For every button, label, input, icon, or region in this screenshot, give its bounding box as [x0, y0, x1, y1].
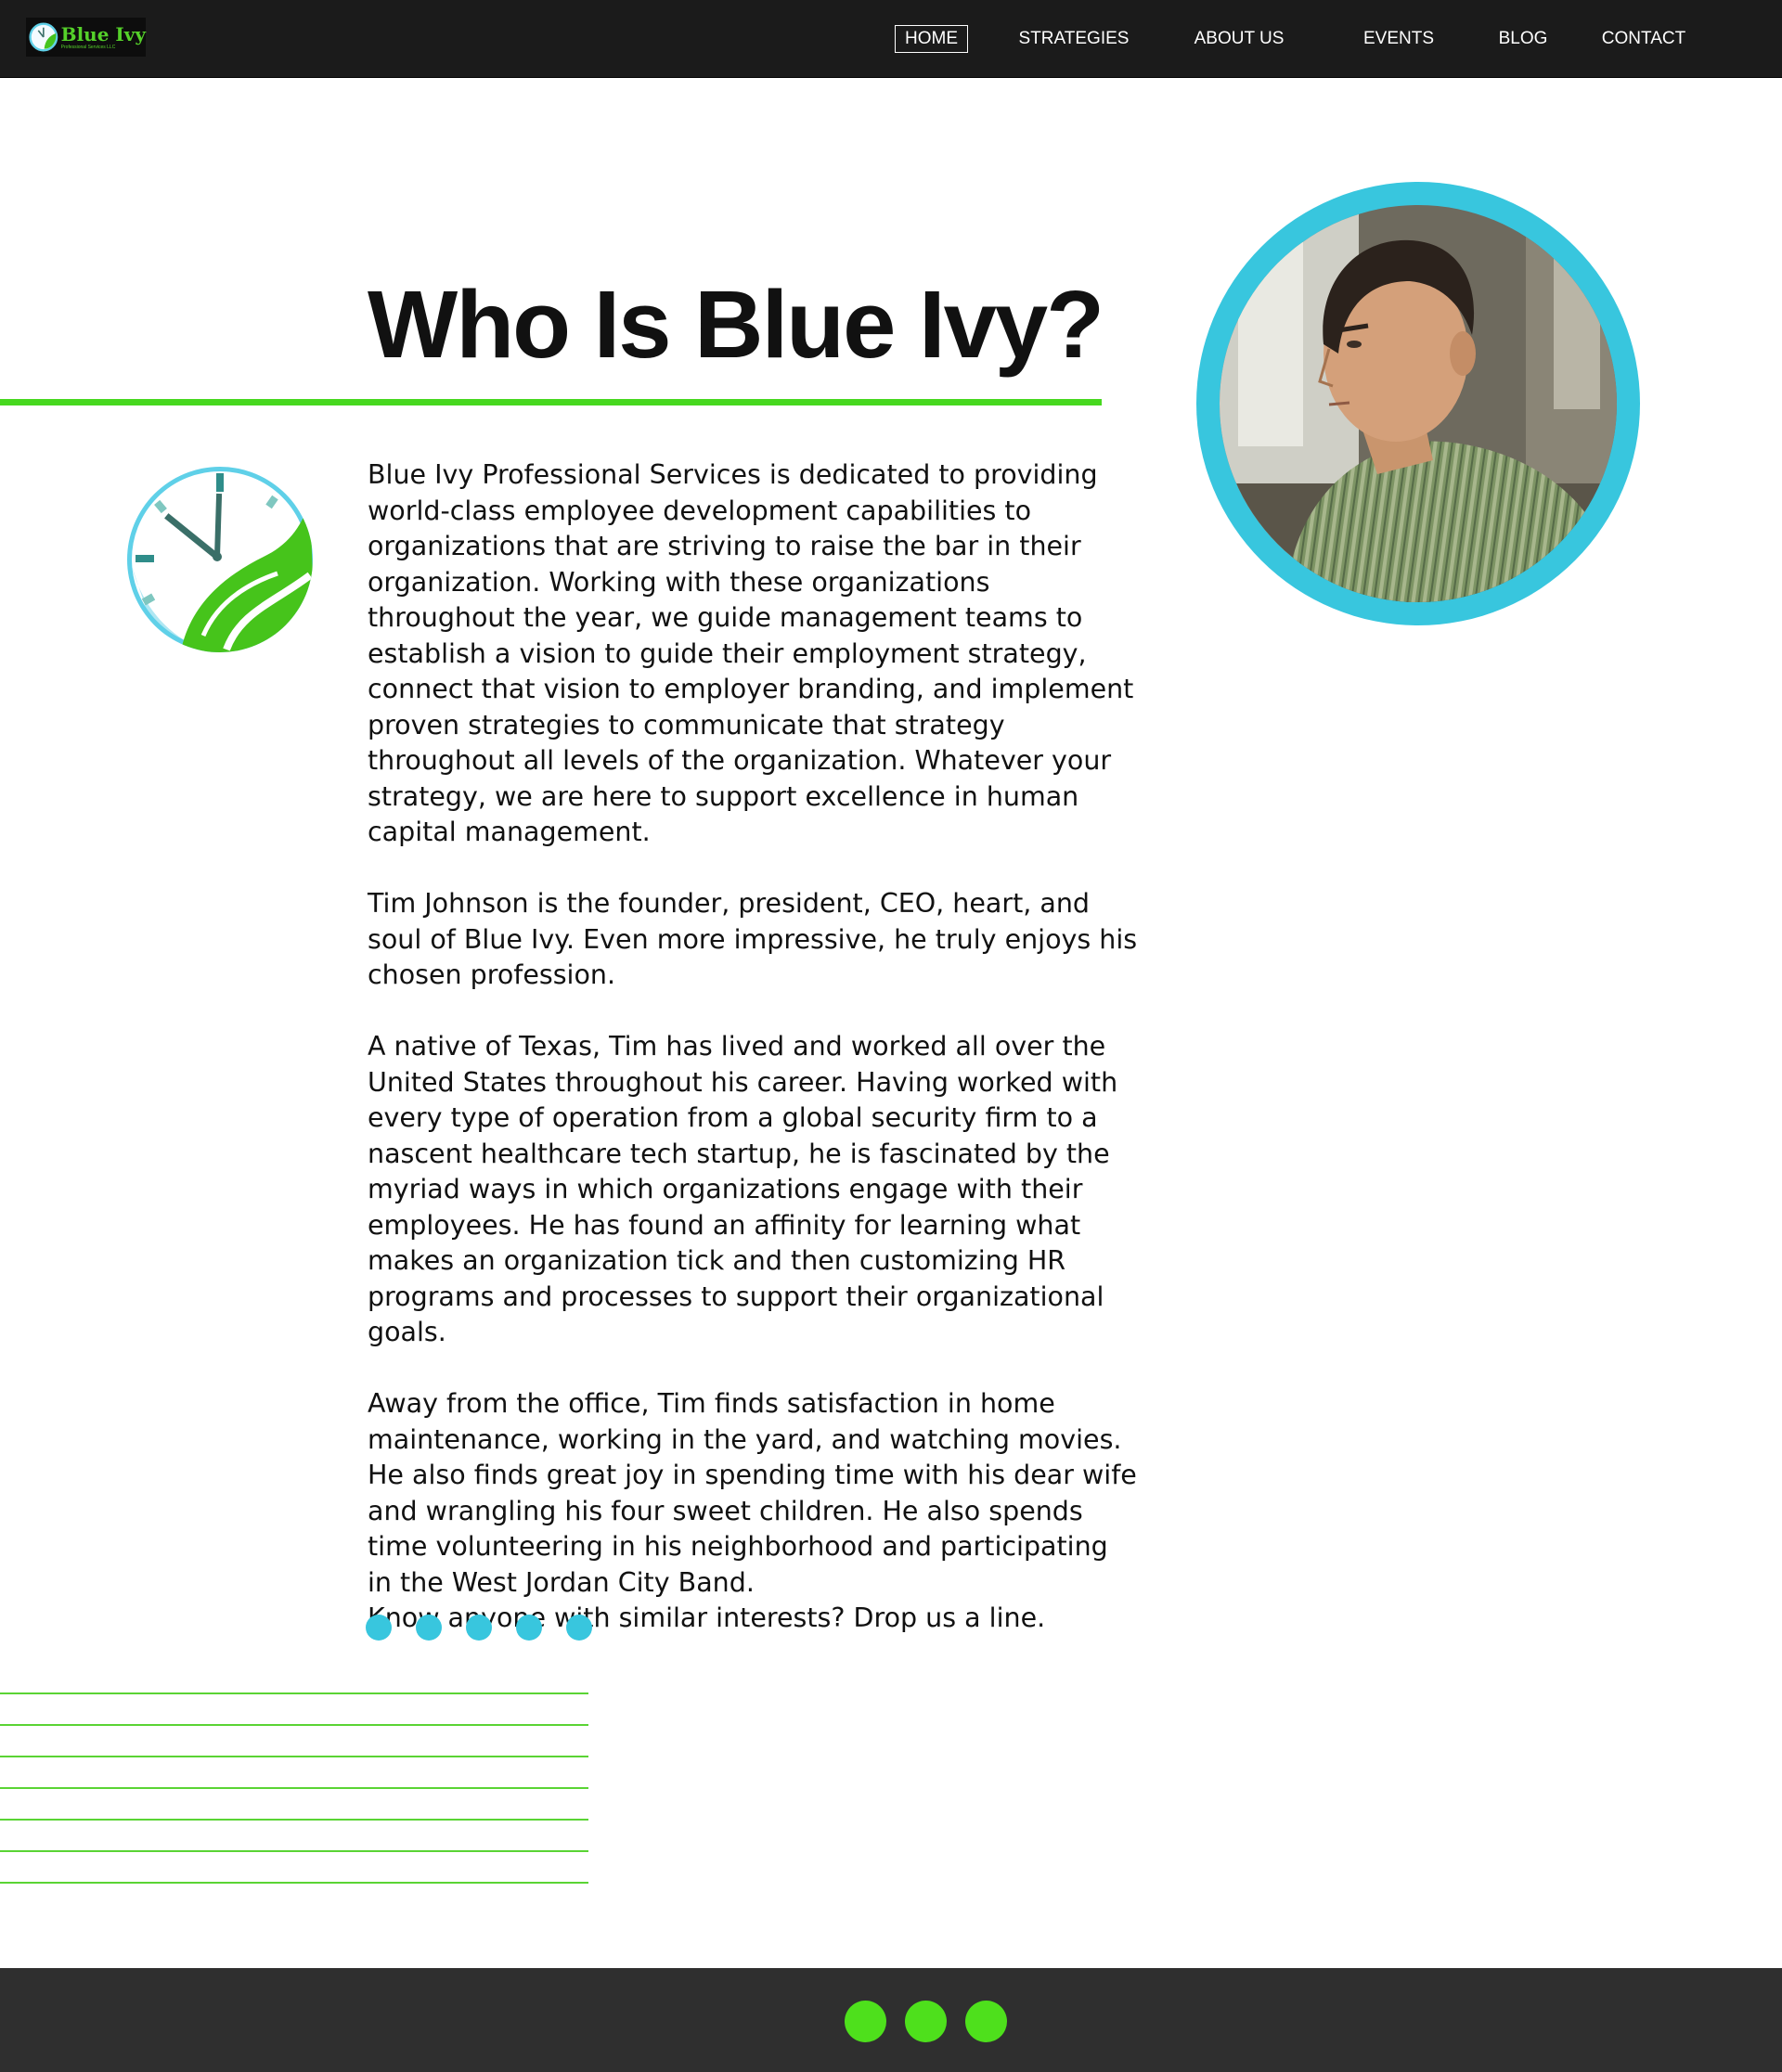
portrait-photo	[1220, 205, 1617, 602]
nav-events-link[interactable]: EVENTS	[1355, 25, 1442, 53]
nav-strategies-link[interactable]: STRATEGIES	[1018, 25, 1130, 53]
decorative-line	[0, 1882, 588, 1884]
brand-tagline: Professional Services LLC	[60, 44, 116, 50]
footer-dot[interactable]	[845, 2001, 886, 2042]
page-title: Who Is Blue Ivy?	[368, 271, 1104, 378]
footer-dot[interactable]	[905, 2001, 947, 2042]
footer-dot[interactable]	[965, 2001, 1007, 2042]
about-content: Blue Ivy Professional Services is dedica…	[368, 457, 1138, 1637]
brand-logo[interactable]: Blue Ivy Professional Services LLC	[26, 18, 146, 57]
decorative-line	[0, 1724, 588, 1726]
clock-leaf-icon	[127, 467, 313, 652]
footer-dots	[845, 2001, 1007, 2042]
decorative-line	[0, 1756, 588, 1757]
founder-portrait	[1196, 182, 1640, 625]
nav-blog-link[interactable]: BLOG	[1491, 25, 1556, 53]
carousel-dot[interactable]	[516, 1615, 542, 1641]
decorative-line	[0, 1850, 588, 1852]
headline-underline	[0, 399, 1102, 405]
nav-contact-link[interactable]: CONTACT	[1596, 25, 1691, 53]
top-navbar: Blue Ivy Professional Services LLC HOME …	[0, 0, 1782, 78]
intro-paragraph: Blue Ivy Professional Services is dedica…	[368, 459, 1134, 847]
brand-name: Blue Ivy	[60, 22, 146, 45]
founder-paragraph: Tim Johnson is the founder, president, C…	[368, 888, 1138, 990]
carousel-dots	[366, 1615, 592, 1641]
nav-home-link[interactable]: HOME	[895, 25, 968, 53]
brand-wordmark: Blue Ivy Professional Services LLC	[61, 25, 146, 50]
decorative-line	[0, 1787, 588, 1789]
carousel-dot[interactable]	[566, 1615, 592, 1641]
decorative-line	[0, 1819, 588, 1821]
carousel-dot[interactable]	[366, 1615, 392, 1641]
decorative-line	[0, 1692, 588, 1694]
footer	[0, 1968, 1782, 2072]
background-paragraph: A native of Texas, Tim has lived and wor…	[368, 1031, 1118, 1347]
carousel-dot[interactable]	[466, 1615, 492, 1641]
personal-paragraph: Away from the office, Tim finds satisfac…	[368, 1388, 1137, 1598]
carousel-dot[interactable]	[416, 1615, 442, 1641]
nav-about-link[interactable]: ABOUT US	[1188, 25, 1290, 53]
clock-leaf-icon	[29, 22, 58, 52]
